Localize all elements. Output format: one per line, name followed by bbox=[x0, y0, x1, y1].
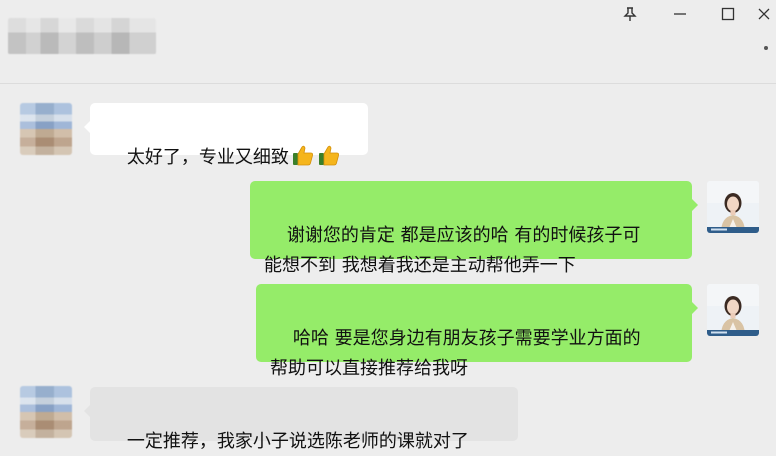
minimize-icon[interactable] bbox=[660, 0, 700, 28]
chat-area: 太好了，专业又细致 谢谢您的肯定 都是应该的哈 有的时候孩子可 能想不到 我想着… bbox=[0, 85, 776, 456]
my-avatar[interactable] bbox=[707, 181, 759, 233]
close-icon[interactable] bbox=[752, 0, 776, 28]
contact-avatar[interactable] bbox=[20, 103, 72, 155]
title-bar bbox=[0, 0, 776, 84]
message-text: 一定推荐，我家小子说选陈老师的课就对了 bbox=[126, 431, 469, 452]
contact-avatar[interactable] bbox=[20, 386, 72, 438]
message-bubble-incoming[interactable]: 一定推荐，我家小子说选陈老师的课就对了 bbox=[84, 387, 518, 452]
message-bubble-outgoing[interactable]: 哈哈 要是您身边有朋友孩子需要学业方面的 帮助可以直接推荐给我呀 bbox=[256, 284, 698, 379]
more-icon[interactable] bbox=[764, 46, 768, 50]
chat-title-blurred bbox=[8, 18, 156, 54]
message-bubble-outgoing[interactable]: 谢谢您的肯定 都是应该的哈 有的时候孩子可 能想不到 我想着我还是主动帮他弄一下 bbox=[250, 181, 698, 276]
thumbs-up-icon bbox=[317, 143, 341, 167]
message-bubble-incoming[interactable]: 太好了，专业又细致 bbox=[84, 103, 368, 168]
pin-icon[interactable] bbox=[610, 0, 650, 28]
thumbs-up-icon bbox=[291, 143, 315, 167]
message-text: 谢谢您的肯定 都是应该的哈 有的时候孩子可 能想不到 我想着我还是主动帮他弄一下 bbox=[264, 225, 641, 276]
message-text: 哈哈 要是您身边有朋友孩子需要学业方面的 帮助可以直接推荐给我呀 bbox=[270, 328, 641, 379]
message-text: 太好了，专业又细致 bbox=[126, 147, 289, 168]
maximize-icon[interactable] bbox=[708, 0, 748, 28]
my-avatar[interactable] bbox=[707, 284, 759, 336]
